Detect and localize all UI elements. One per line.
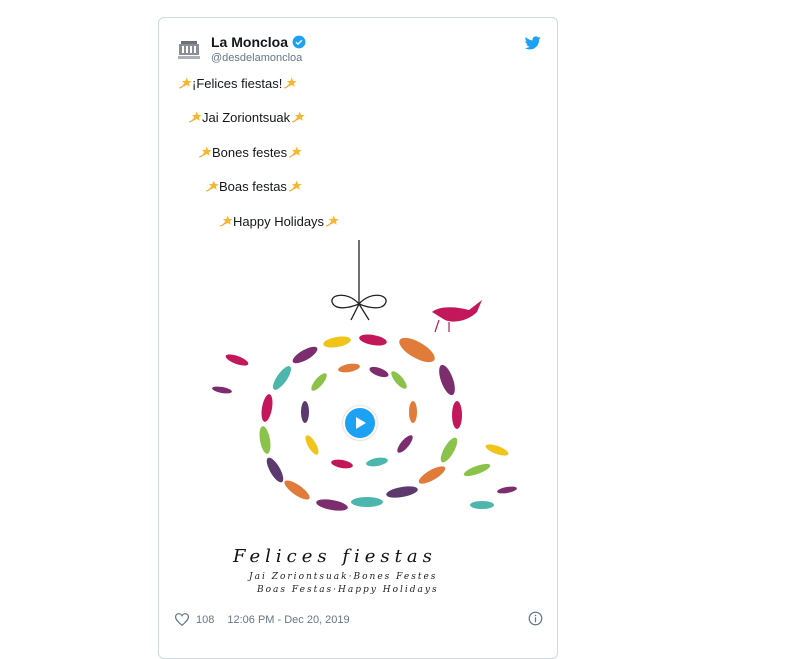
- info-icon[interactable]: [528, 611, 543, 629]
- moncloa-logo-icon: [178, 41, 200, 59]
- tweet-line-3: Bones festes: [197, 145, 302, 160]
- avatar[interactable]: [175, 35, 203, 63]
- dizzy-star-icon: [289, 146, 302, 158]
- video-media[interactable]: Felices fiestas Jai Zoriontsuak·Bones Fe…: [177, 240, 539, 602]
- dizzy-star-icon: [199, 146, 212, 158]
- dizzy-star-icon: [220, 215, 233, 227]
- author-handle[interactable]: @desdelamoncloa: [211, 52, 302, 64]
- tweet-footer: 108 12:06 PM - Dec 20, 2019: [175, 611, 543, 629]
- tweet-line-1: ¡Felices fiestas!: [177, 76, 297, 91]
- tweet-line-2: Jai Zoriontsuak: [187, 110, 305, 125]
- tweet-line-text: Happy Holidays: [233, 214, 325, 229]
- media-subtitle-1: Jai Zoriontsuak·Bones Festes: [249, 572, 438, 582]
- media-title: Felices fiestas: [233, 546, 437, 567]
- dizzy-star-icon: [206, 180, 219, 192]
- tweet-line-text: Bones festes: [212, 145, 288, 160]
- verified-icon: [292, 35, 306, 49]
- ornament-illustration: [212, 240, 517, 511]
- play-icon: [356, 417, 366, 429]
- tweet-line-5: Happy Holidays: [218, 214, 339, 229]
- dizzy-star-icon: [189, 111, 202, 123]
- twitter-bird-icon[interactable]: [524, 36, 541, 55]
- dizzy-star-icon: [292, 111, 305, 123]
- dizzy-star-icon: [289, 180, 302, 192]
- tweet-line-text: ¡Felices fiestas!: [192, 76, 283, 91]
- like-count[interactable]: 108: [196, 614, 214, 626]
- play-button[interactable]: [343, 406, 377, 440]
- dizzy-star-icon: [179, 77, 192, 89]
- tweet-line-text: Boas festas: [219, 179, 287, 194]
- author-name[interactable]: La Moncloa: [211, 34, 288, 50]
- author-name-row[interactable]: La Moncloa: [211, 34, 306, 50]
- heart-icon[interactable]: [175, 613, 189, 626]
- timestamp[interactable]: 12:06 PM - Dec 20, 2019: [227, 614, 349, 626]
- tweet-line-4: Boas festas: [204, 179, 302, 194]
- dizzy-star-icon: [326, 215, 339, 227]
- dizzy-star-icon: [284, 77, 297, 89]
- tweet-line-text: Jai Zoriontsuak: [202, 110, 291, 125]
- media-subtitle-2: Boas Festas·Happy Holidays: [257, 585, 439, 595]
- tweet-card[interactable]: La Moncloa @desdelamoncloa ¡Felices fies…: [158, 17, 558, 659]
